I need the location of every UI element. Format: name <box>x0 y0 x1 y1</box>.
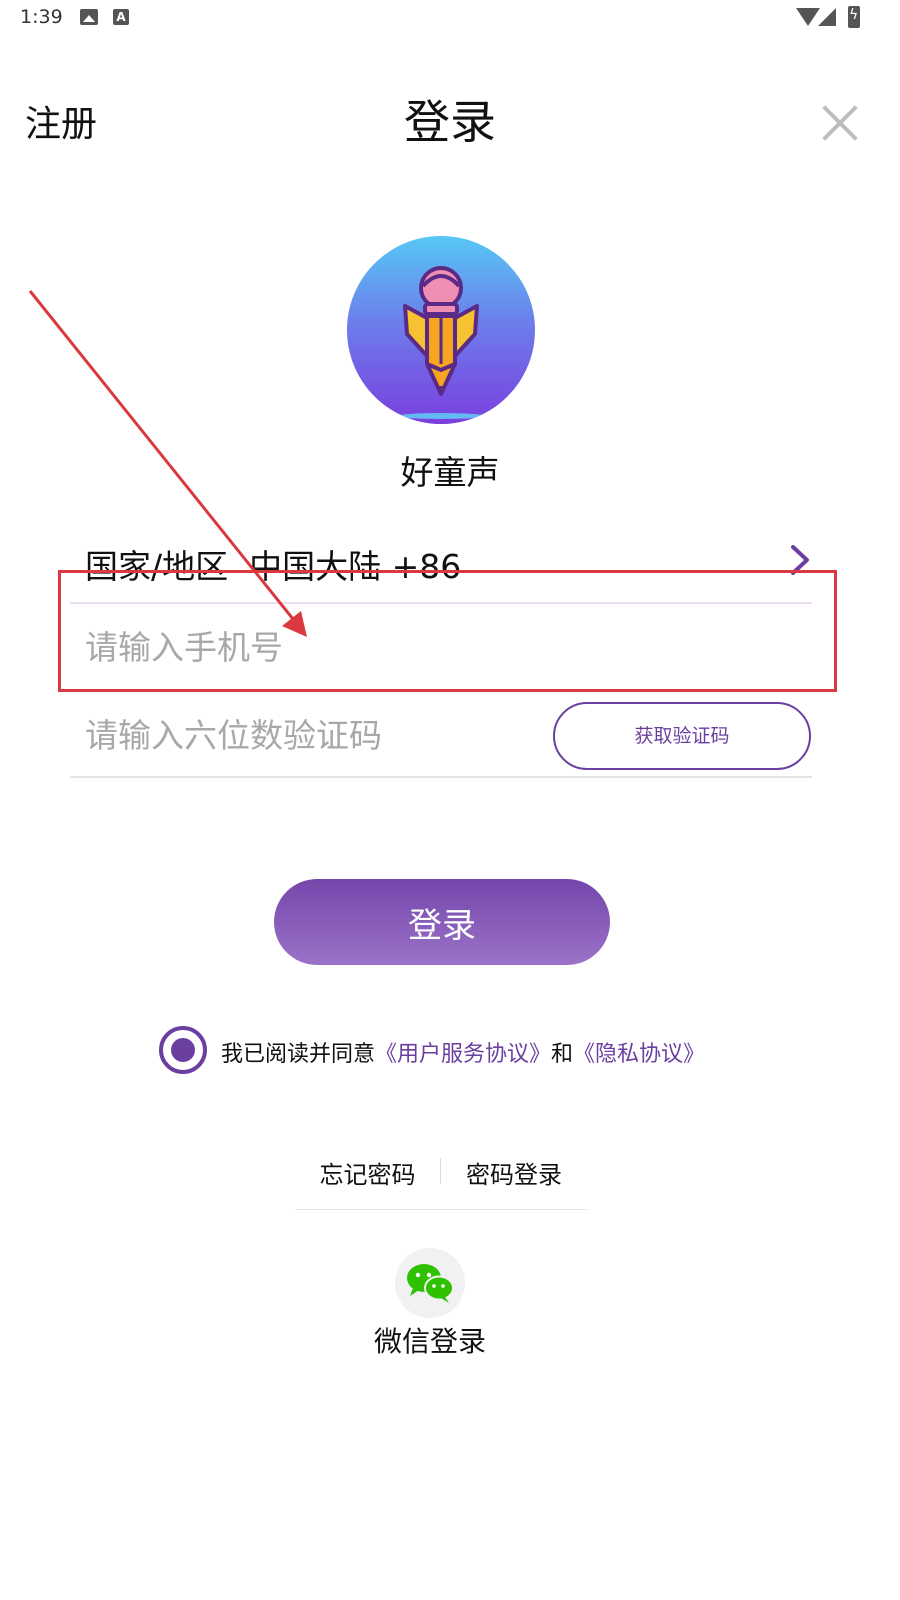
wifi-icon <box>796 8 820 26</box>
pencil-astronaut-logo <box>397 266 485 419</box>
verification-code-input[interactable] <box>85 710 545 760</box>
wechat-login-button[interactable] <box>395 1248 465 1318</box>
privacy-agreement-link[interactable]: 《隐私协议》 <box>573 1042 705 1067</box>
get-code-button[interactable]: 获取验证码 <box>553 702 811 770</box>
image-icon <box>80 9 98 25</box>
bottom-divider <box>295 1209 587 1210</box>
agreement-prefix: 我已阅读并同意 <box>221 1042 376 1067</box>
login-button[interactable]: 登录 <box>274 879 610 965</box>
forgot-password-link[interactable]: 忘记密码 <box>295 1155 440 1190</box>
password-login-link[interactable]: 密码登录 <box>441 1155 587 1190</box>
annotation-highlight-box <box>58 570 837 692</box>
signal-icon <box>818 8 836 26</box>
agreement-radio[interactable] <box>159 1026 207 1074</box>
status-bar: 1:39 A <box>0 0 900 40</box>
app-name: 好童声 <box>400 453 500 492</box>
battery-charging-icon <box>848 6 860 28</box>
agreement-and: 和 <box>551 1042 574 1067</box>
wechat-login-label: 微信登录 <box>373 1325 486 1358</box>
agreement-text: 我已阅读并同意《用户服务协议》和《隐私协议》 <box>221 1036 705 1068</box>
a-icon: A <box>113 9 129 25</box>
status-time: 1:39 <box>20 6 63 28</box>
wechat-icon <box>407 1264 454 1303</box>
close-icon[interactable] <box>820 103 860 143</box>
app-logo <box>347 236 535 424</box>
user-agreement-link[interactable]: 《用户服务协议》 <box>375 1042 551 1067</box>
verification-code-row: 获取验证码 <box>70 694 812 778</box>
page-title: 登录 <box>404 95 496 149</box>
